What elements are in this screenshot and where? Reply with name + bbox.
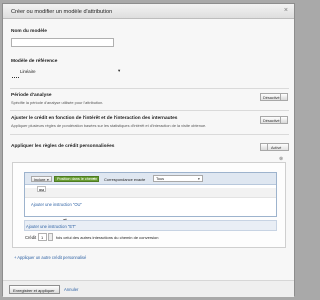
toggle-knob [261,144,268,150]
custom-rules-label: Appliquer les règles de crédit personnal… [11,144,115,149]
dialog-title: Créer ou modifier un modèle d'attributio… [11,9,113,15]
close-icon[interactable]: × [284,7,288,14]
add-custom-credit-link[interactable]: + Appliquer un autre crédit personnalisé [14,255,86,260]
divider [10,88,289,89]
line-chart-icon [12,75,19,78]
cancel-link[interactable]: Annuler [64,287,78,292]
analysis-period-description: Spécifie la période d'analyse utilisée p… [11,100,104,105]
dialog-footer: Enregistrer et appliquer Annuler [3,280,294,297]
credit-value: 1 [41,235,44,240]
dialog-header: Créer ou modifier un modèle d'attributio… [3,4,294,19]
add-and-link[interactable]: Ajouter une instruction "ET" [26,224,76,229]
rule-condition-box: Inclure ▾ Position dans le chemin ▾ Corr… [24,172,277,217]
stepper-icon[interactable] [48,233,53,241]
toggle-state: Désactivé [263,95,280,100]
toggle-state: Désactivé [263,118,280,123]
or-badge: ou [37,186,46,192]
divider [10,110,289,111]
add-and-row: Ajouter une instruction "ET" [24,220,277,231]
include-label: Inclure [34,177,46,182]
chevron-down-icon: ▾ [118,68,121,73]
add-or-link[interactable]: Ajouter une instruction "OU" [31,202,82,207]
match-type-label: Correspondance exacte [104,176,146,182]
custom-rules-toggle[interactable]: Activé [260,143,289,151]
save-apply-label: Enregistrer et appliquer [13,288,55,293]
match-value-select[interactable]: Tous ▾ [153,175,203,182]
chevron-down-icon: ▾ [47,177,49,182]
engagement-toggle[interactable]: Désactivé [260,116,288,124]
analysis-period-toggle[interactable]: Désactivé [260,93,288,101]
reference-model-label: Modèle de référence [11,59,58,64]
divider [10,134,289,135]
remove-rule-icon[interactable]: ⊗ [279,156,283,162]
attribution-model-dialog: Créer ou modifier un modèle d'attributio… [2,3,295,297]
custom-rule-panel: ⊗ Inclure ▾ Position dans le chemin ▾ Co… [12,156,286,248]
path-position-chip[interactable]: Position dans le chemin ▾ [54,176,99,182]
toggle-state: Activé [271,145,282,150]
save-apply-button[interactable]: Enregistrer et appliquer [9,285,60,294]
model-name-label: Nom du modèle [11,29,47,34]
include-button[interactable]: Inclure ▾ [31,176,52,182]
engagement-label: Ajuster le crédit en fonction de l'intér… [11,116,178,121]
engagement-description: Appliquer plusieurs règles de pondératio… [11,123,207,128]
credit-suffix: fois celui des autres interactions du ch… [56,235,159,240]
rule-condition-row: Inclure ▾ Position dans le chemin ▾ Corr… [25,173,276,185]
or-separator-row: ou [25,186,276,198]
reference-model-value: Linéaire [20,69,36,74]
analysis-period-label: Période d'analyse [11,93,52,98]
path-position-label: Position dans le chemin [57,177,98,182]
chevron-down-icon: ▾ [198,177,200,181]
reference-model-select[interactable]: Linéaire ▾ [11,68,123,78]
match-value: Tous [156,177,165,181]
credit-label: Crédit [25,235,37,240]
toggle-knob [280,117,287,123]
toggle-knob [280,94,287,100]
model-name-input[interactable] [11,38,114,47]
chevron-down-icon: ▾ [93,177,95,182]
credit-input[interactable]: 1 [38,233,47,241]
